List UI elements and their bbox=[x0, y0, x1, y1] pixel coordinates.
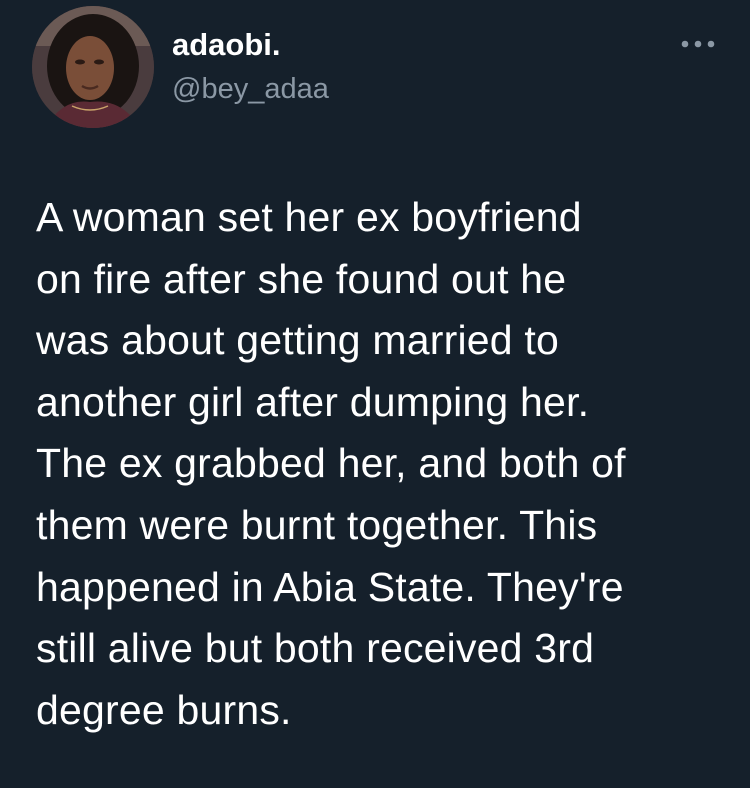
more-horizontal-icon bbox=[681, 40, 715, 48]
tweet-card: adaobi. @bey_adaa A woman set her ex boy… bbox=[0, 0, 750, 788]
user-handle[interactable]: @bey_adaa bbox=[172, 72, 329, 106]
avatar[interactable] bbox=[32, 6, 154, 128]
more-options-button[interactable] bbox=[676, 26, 720, 62]
display-name[interactable]: adaobi. bbox=[172, 27, 281, 63]
profile-photo bbox=[32, 6, 154, 128]
tweet-text: A woman set her ex boyfriend on fire aft… bbox=[36, 194, 626, 733]
